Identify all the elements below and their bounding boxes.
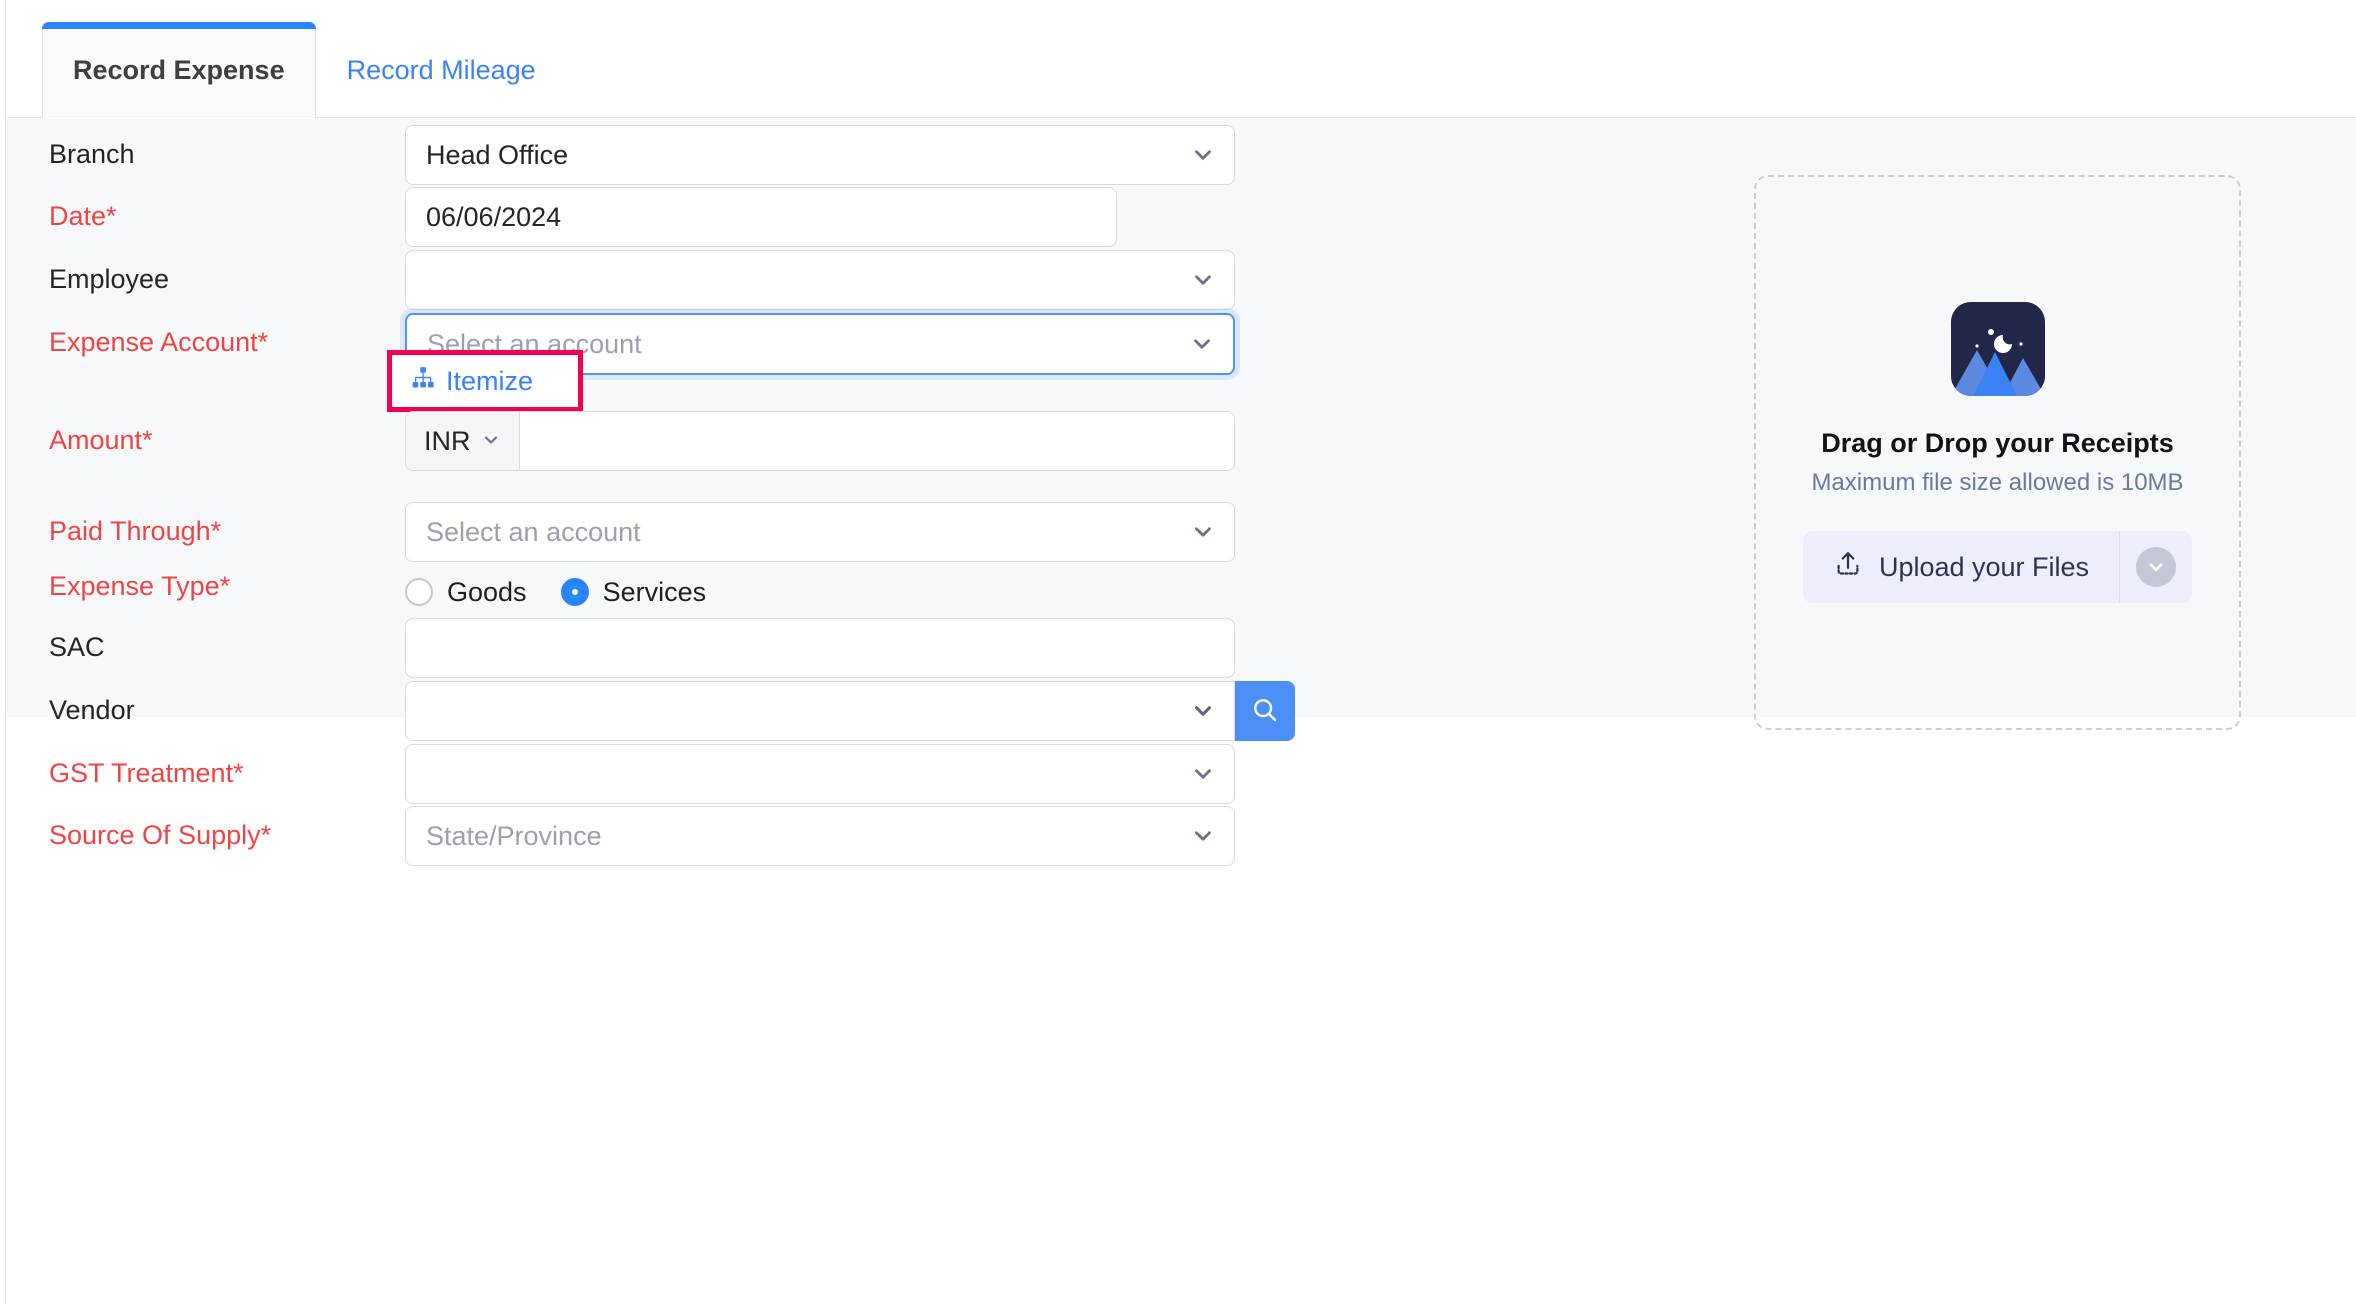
sac-input[interactable] (405, 618, 1235, 678)
chevron-down-icon (481, 426, 501, 457)
field-paid-through: Select an account (405, 502, 1235, 562)
field-gst-treatment (405, 744, 1235, 804)
radio-indicator-goods[interactable] (405, 578, 433, 606)
label-vendor: Vendor (49, 675, 135, 745)
tab-record-expense-label: Record Expense (73, 55, 285, 86)
chevron-down-icon (1190, 519, 1216, 545)
field-branch: Head Office (405, 125, 1235, 185)
chevron-down-icon (1190, 761, 1216, 787)
dropzone-subtitle: Maximum file size allowed is 10MB (1811, 469, 2183, 497)
field-date (405, 187, 1117, 247)
search-icon (1250, 695, 1280, 728)
label-employee: Employee (49, 244, 169, 314)
vendor-search-button[interactable] (1235, 681, 1295, 741)
radio-label-services: Services (603, 577, 707, 608)
chevron-down-icon (2136, 547, 2176, 587)
upload-files-button[interactable]: Upload your Files (1803, 531, 2120, 603)
paid-through-select-value: Select an account (426, 517, 641, 548)
field-sac (405, 618, 1235, 678)
dropzone-title: Drag or Drop your Receipts (1821, 428, 2174, 459)
radio-label-goods: Goods (447, 577, 527, 608)
branch-select[interactable]: Head Office (405, 125, 1235, 185)
itemize-button[interactable]: Itemize (410, 365, 533, 398)
expense-type-radio-group: Goods Services (405, 572, 706, 612)
branch-select-value: Head Office (426, 140, 568, 171)
tab-record-expense[interactable]: Record Expense (42, 22, 316, 118)
expense-form-page: Record Expense Record Mileage Branch Hea… (0, 0, 2356, 1304)
source-of-supply-select-value: State/Province (426, 821, 602, 852)
radio-option-services[interactable]: Services (561, 577, 707, 608)
currency-selector[interactable]: INR (406, 412, 520, 470)
label-amount: Amount* (49, 405, 153, 475)
field-source-of-supply: State/Province (405, 806, 1235, 866)
form-body: Branch Head Office Date* Employee (7, 119, 2356, 1304)
gst-treatment-select[interactable] (405, 744, 1235, 804)
upload-icon (1833, 549, 1863, 586)
currency-code: INR (424, 426, 471, 457)
receipt-dropzone[interactable]: Drag or Drop your Receipts Maximum file … (1754, 175, 2241, 730)
radio-indicator-services[interactable] (561, 578, 589, 606)
label-expense-account: Expense Account* (49, 307, 268, 377)
field-vendor (405, 681, 1235, 741)
vendor-select[interactable] (405, 681, 1235, 741)
tab-list: Record Expense Record Mileage (42, 22, 567, 118)
amount-input[interactable] (520, 412, 1235, 470)
upload-options-button[interactable] (2120, 531, 2192, 603)
date-input[interactable] (405, 187, 1117, 247)
radio-option-goods[interactable]: Goods (405, 577, 527, 608)
label-expense-type: Expense Type* (49, 551, 230, 621)
paid-through-select[interactable]: Select an account (405, 502, 1235, 562)
upload-files-button-group: Upload your Files (1803, 531, 2192, 603)
chevron-down-icon (1190, 823, 1216, 849)
field-amount: INR (405, 411, 1235, 471)
label-sac: SAC (49, 612, 105, 682)
field-employee (405, 250, 1235, 310)
label-date: Date* (49, 181, 117, 251)
chevron-down-icon (1189, 331, 1215, 357)
tab-bar: Record Expense Record Mileage (7, 0, 2356, 118)
employee-select[interactable] (405, 250, 1235, 310)
itemize-label: Itemize (446, 366, 533, 397)
window-left-edge (0, 0, 6, 1304)
label-gst-treatment: GST Treatment* (49, 738, 244, 808)
upload-files-label: Upload your Files (1879, 552, 2089, 583)
sitemap-icon (410, 365, 436, 398)
chevron-down-icon (1190, 267, 1216, 293)
tab-record-mileage-label: Record Mileage (347, 55, 536, 86)
tab-record-mileage[interactable]: Record Mileage (316, 22, 567, 118)
label-branch: Branch (49, 119, 135, 189)
chevron-down-icon (1190, 142, 1216, 168)
mountain-night-image-icon (1951, 302, 2045, 396)
label-source-of-supply: Source Of Supply* (49, 800, 271, 870)
source-of-supply-select[interactable]: State/Province (405, 806, 1235, 866)
chevron-down-icon (1190, 698, 1216, 724)
itemize-highlight-box: Itemize (387, 350, 583, 412)
